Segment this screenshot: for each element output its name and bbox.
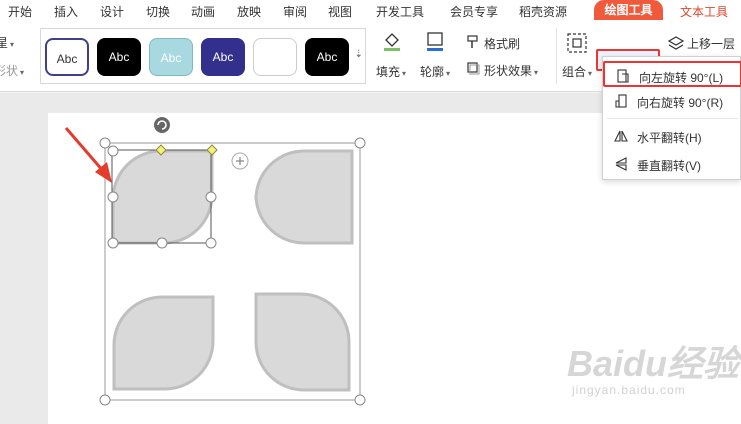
shape-resize-handle[interactable]: [107, 145, 119, 157]
menu-item-label: 向左旋转 90°(L): [639, 71, 724, 85]
rotate-left-icon: [617, 69, 629, 83]
menu-item-label: 水平翻转(H): [637, 131, 702, 145]
leaf-shape-bottom-left[interactable]: [112, 295, 215, 391]
group-resize-handle[interactable]: [99, 394, 111, 406]
rotate-right-icon: [615, 94, 627, 108]
shape-resize-handle[interactable]: [107, 237, 119, 249]
menu-item-label: 向右旋转 90°(R): [637, 96, 724, 110]
shape-resize-handle[interactable]: [107, 191, 119, 203]
group-resize-handle[interactable]: [354, 137, 366, 149]
menu-item-flip-vertical[interactable]: 垂直翻转(V): [603, 151, 741, 177]
leaf-shape-top-left[interactable]: [111, 149, 214, 245]
rotate-handle-icon[interactable]: [154, 117, 170, 133]
menu-item-rotate-right[interactable]: 向右旋转 90°(R): [603, 88, 741, 114]
menu-item-flip-horizontal[interactable]: 水平翻转(H): [603, 123, 741, 149]
leaf-shape-top-right[interactable]: [254, 149, 354, 245]
shape-resize-handle[interactable]: [205, 191, 217, 203]
watermark-url: jingyan.baidu.com: [572, 383, 686, 397]
add-icon[interactable]: [231, 152, 249, 170]
group-resize-handle[interactable]: [354, 394, 366, 406]
menu-separator: [607, 118, 738, 119]
group-resize-handle[interactable]: [99, 137, 111, 149]
shape-resize-handle[interactable]: [205, 237, 217, 249]
flip-vertical-icon: [615, 157, 627, 171]
leaf-shape-bottom-right[interactable]: [254, 292, 351, 392]
watermark-logo: Baidu经验: [567, 343, 740, 384]
menu-item-rotate-left[interactable]: 向左旋转 90°(L): [603, 61, 741, 87]
shape-resize-handle[interactable]: [156, 237, 168, 249]
menu-item-label: 垂直翻转(V): [637, 159, 701, 173]
flip-horizontal-icon: [614, 130, 628, 142]
rotate-dropdown-menu: 向左旋转 90°(L) 向右旋转 90°(R) 水平翻转(H) 垂直翻转(V): [602, 56, 741, 180]
